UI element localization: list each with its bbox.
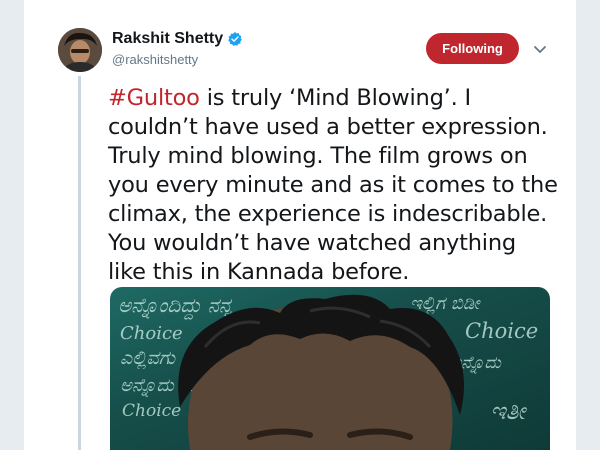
thread-line bbox=[78, 76, 81, 450]
author-handle[interactable]: @rakshitshetty bbox=[112, 52, 198, 67]
author-name-row: Rakshit Shetty bbox=[112, 30, 243, 48]
tweet-body: is truly ‘Mind Blowing’. I couldn’t have… bbox=[108, 85, 558, 285]
following-button[interactable]: Following bbox=[426, 33, 519, 64]
tweet-text: #Gultoo is truly ‘Mind Blowing’. I could… bbox=[108, 84, 558, 287]
page-background-right bbox=[576, 0, 600, 450]
avatar-photo bbox=[58, 28, 102, 72]
page-background-left bbox=[0, 0, 24, 450]
verified-badge-icon bbox=[227, 31, 243, 47]
poster-face bbox=[178, 294, 464, 450]
tweet-media-image[interactable]: ಅನ್ನೊಂದಿದ್ದು ನನ್ನ Choice ಎಲ್ಲಿವಗು ಇತ್ತೀನ… bbox=[110, 287, 550, 450]
chevron-down-icon[interactable] bbox=[533, 42, 547, 54]
avatar[interactable] bbox=[58, 28, 102, 72]
author-name[interactable]: Rakshit Shetty bbox=[112, 30, 223, 48]
hashtag-link[interactable]: #Gultoo bbox=[108, 85, 200, 111]
